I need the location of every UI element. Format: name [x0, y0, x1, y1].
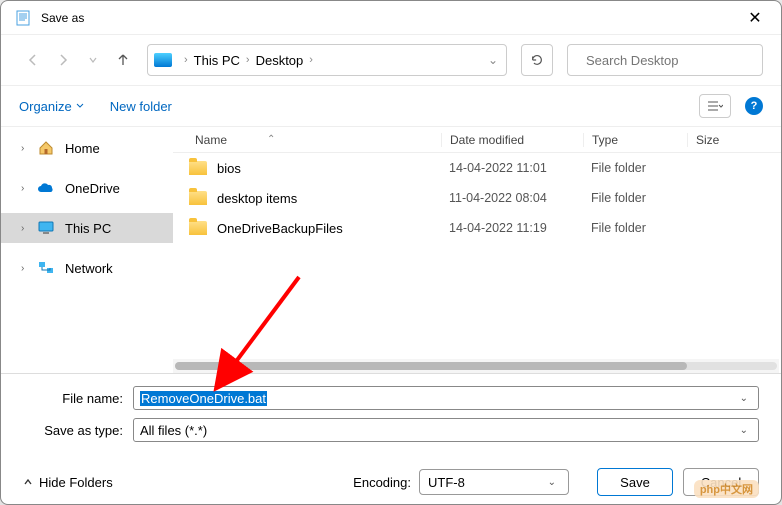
- network-icon: [37, 260, 55, 276]
- organize-menu[interactable]: Organize: [19, 99, 84, 114]
- forward-button[interactable]: [49, 46, 77, 74]
- new-folder-button[interactable]: New folder: [110, 99, 172, 114]
- pc-icon: [154, 53, 172, 67]
- refresh-button[interactable]: [521, 44, 553, 76]
- up-button[interactable]: [109, 46, 137, 74]
- toolbar: Organize New folder ?: [1, 85, 781, 127]
- pc-icon: [37, 220, 55, 236]
- column-header-size[interactable]: Size: [687, 133, 781, 147]
- file-date: 14-04-2022 11:19: [441, 221, 583, 235]
- titlebar: Save as ✕: [1, 1, 781, 35]
- view-options-button[interactable]: [699, 94, 731, 118]
- hide-folders-button[interactable]: Hide Folders: [23, 475, 113, 490]
- savetype-label: Save as type:: [23, 423, 133, 438]
- sidebar-label: This PC: [65, 221, 111, 236]
- file-date: 14-04-2022 11:01: [441, 161, 583, 175]
- chevron-right-icon: ›: [307, 54, 315, 66]
- folder-icon: [189, 221, 207, 235]
- breadcrumb-thispc[interactable]: This PC: [190, 53, 244, 68]
- file-name: OneDriveBackupFiles: [217, 221, 343, 236]
- encoding-label: Encoding:: [353, 475, 411, 490]
- breadcrumb-desktop[interactable]: Desktop: [252, 53, 308, 68]
- sidebar-item-onedrive[interactable]: › OneDrive: [1, 173, 173, 203]
- nav-row: › This PC › Desktop › ⌄: [1, 35, 781, 85]
- folder-icon: [189, 191, 207, 205]
- search-box[interactable]: [567, 44, 763, 76]
- filename-value: RemoveOneDrive.bat: [140, 391, 267, 406]
- home-icon: [37, 140, 55, 156]
- chevron-down-icon: [76, 102, 84, 110]
- file-type: File folder: [583, 161, 687, 175]
- save-button[interactable]: Save: [597, 468, 673, 496]
- nav-tree: › Home › OneDrive › This PC › Network: [1, 127, 173, 373]
- chevron-up-icon: [23, 477, 33, 487]
- sidebar-label: Network: [65, 261, 113, 276]
- watermark: php中文网: [694, 480, 759, 498]
- list-item[interactable]: OneDriveBackupFiles 14-04-2022 11:19 Fil…: [173, 213, 781, 243]
- folder-icon: [189, 161, 207, 175]
- file-list-area: Name⌃ Date modified Type Size bios 14-04…: [173, 127, 781, 373]
- chevron-down-icon[interactable]: ⌄: [544, 477, 560, 488]
- recent-dropdown[interactable]: [79, 46, 107, 74]
- file-name: bios: [217, 161, 241, 176]
- file-name: desktop items: [217, 191, 297, 206]
- file-date: 11-04-2022 08:04: [441, 191, 583, 205]
- sidebar-label: Home: [65, 141, 100, 156]
- main-area: › Home › OneDrive › This PC › Network: [1, 127, 781, 373]
- scrollbar-thumb[interactable]: [175, 362, 687, 370]
- app-icon: [15, 10, 31, 26]
- filename-input[interactable]: RemoveOneDrive.bat ⌄: [133, 386, 759, 410]
- chevron-right-icon[interactable]: ›: [21, 143, 33, 154]
- list-item[interactable]: bios 14-04-2022 11:01 File folder: [173, 153, 781, 183]
- chevron-down-icon[interactable]: ⌄: [736, 425, 752, 436]
- search-input[interactable]: [586, 53, 762, 68]
- sidebar-label: OneDrive: [65, 181, 120, 196]
- list-item[interactable]: desktop items 11-04-2022 08:04 File fold…: [173, 183, 781, 213]
- encoding-value: UTF-8: [428, 475, 465, 490]
- chevron-right-icon[interactable]: ›: [21, 183, 33, 194]
- column-header-name[interactable]: Name⌃: [173, 133, 441, 147]
- file-type: File folder: [583, 221, 687, 235]
- back-button[interactable]: [19, 46, 47, 74]
- sidebar-item-network[interactable]: › Network: [1, 253, 173, 283]
- filename-label: File name:: [23, 391, 133, 406]
- chevron-down-icon[interactable]: ⌄: [736, 393, 752, 404]
- chevron-right-icon[interactable]: ›: [21, 223, 33, 234]
- chevron-right-icon[interactable]: ›: [21, 263, 33, 274]
- save-form: File name: RemoveOneDrive.bat ⌄ Save as …: [1, 373, 781, 442]
- file-type: File folder: [583, 191, 687, 205]
- savetype-value: All files (*.*): [140, 423, 207, 438]
- close-button[interactable]: ✕: [743, 8, 767, 28]
- file-list[interactable]: bios 14-04-2022 11:01 File folder deskto…: [173, 153, 781, 355]
- horizontal-scrollbar[interactable]: [173, 359, 779, 373]
- chevron-right-icon: ›: [182, 54, 190, 66]
- help-button[interactable]: ?: [745, 97, 763, 115]
- encoding-select[interactable]: UTF-8 ⌄: [419, 469, 569, 495]
- savetype-select[interactable]: All files (*.*) ⌄: [133, 418, 759, 442]
- onedrive-icon: [37, 180, 55, 196]
- address-bar[interactable]: › This PC › Desktop › ⌄: [147, 44, 507, 76]
- footer: Hide Folders Encoding: UTF-8 ⌄ Save Canc…: [1, 460, 781, 504]
- column-header-type[interactable]: Type: [583, 133, 687, 147]
- sidebar-item-home[interactable]: › Home: [1, 133, 173, 163]
- column-header-date[interactable]: Date modified: [441, 133, 583, 147]
- chevron-right-icon: ›: [244, 54, 252, 66]
- sidebar-item-thispc[interactable]: › This PC: [1, 213, 173, 243]
- column-headers: Name⌃ Date modified Type Size: [173, 127, 781, 153]
- chevron-down-icon[interactable]: ⌄: [486, 53, 500, 67]
- save-as-dialog: Save as ✕ › This PC › Desktop › ⌄ Organi…: [0, 0, 782, 505]
- window-title: Save as: [41, 11, 743, 25]
- sort-indicator-icon: ⌃: [267, 134, 275, 145]
